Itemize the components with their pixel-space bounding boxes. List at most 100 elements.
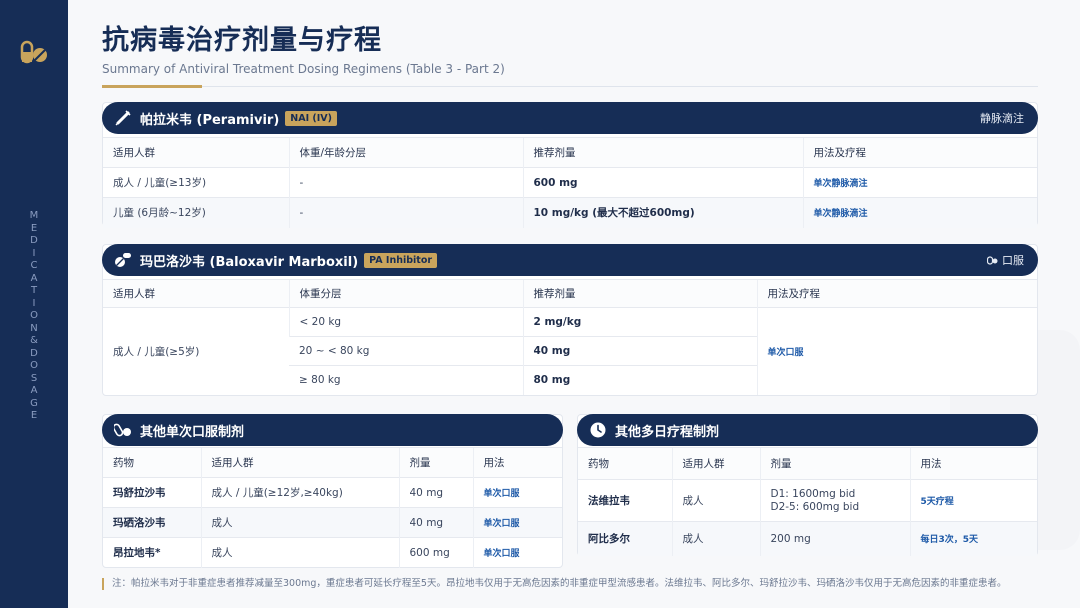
peramivir-name: 帕拉米韦 (Peramivir) [140,112,280,128]
population-cell: 成人 [200,507,399,538]
drug-cell: 阿比多尔 [578,521,672,556]
baloxavir-route-wrap: 口服 [987,252,1024,268]
sidebar-letter: O [30,310,38,321]
peramivir-table: 适用人群 体重/年龄分层 推荐剂量 用法及疗程 成人 / 儿童(≥13岁) - … [103,137,1037,228]
table-row: 法维拉韦 成人 D1: 1600mg bid D2-5: 600mg bid 5… [578,479,1037,522]
usage-link[interactable]: 单次口服 [756,307,1037,395]
drug-cell: 玛硒洛沙韦 [103,507,201,538]
multi-day-title: 其他多日疗程制剂 [615,424,720,440]
usage-link[interactable]: 单次口服 [472,537,562,568]
sidebar-letter: N [30,322,38,334]
table-row: 昂拉地韦* 成人 600 mg 单次口服 [103,537,562,568]
oral-pills-icon [987,256,998,265]
clock-icon [590,422,606,438]
column-header: 适用人群 [103,137,289,168]
dose-cell: D1: 1600mg bid D2-5: 600mg bid [759,479,910,522]
dose-cell: 40 mg [398,477,473,508]
column-header: 用法 [909,447,1037,480]
sidebar-letter: T [30,285,38,296]
peramivir-card: 帕拉米韦 (Peramivir) NAI (IV) 静脉滴注 适用人群 体重/年… [102,102,1038,228]
sidebar-letter: A [30,272,38,284]
column-header: 用法 [472,447,562,478]
baloxavir-route: 口服 [1002,254,1024,267]
dose-cell: 10 mg/kg (最大不超过600mg) [522,197,803,228]
table-row: 成人 / 儿童(≥13岁) - 600 mg 单次静脉滴注 [103,167,1037,198]
stratum-cell: - [288,197,523,228]
usage-link[interactable]: 每日3次，5天 [909,521,1037,556]
title-divider [102,86,1038,87]
population-cell: 成人 / 儿童(≥13岁) [103,167,289,198]
sidebar-letter: I [32,247,36,259]
sidebar-letter: I [32,297,36,309]
usage-link[interactable]: 单次静脉滴注 [802,197,1037,228]
sidebar: M E D I C A T I O N & D O S A G E [0,0,68,608]
peramivir-route: 静脉滴注 [980,112,1024,125]
population-cell: 成人 / 儿童(≥12岁,≥40kg) [200,477,399,508]
sidebar-letter: S [30,372,38,384]
table-row: 成人 / 儿童(≥5岁) < 20 kg 2 mg/kg 单次口服 [103,307,1037,395]
pills-icon [115,253,131,267]
syringe-icon [115,110,131,126]
table-row: 儿童 (6月龄~12岁) - 10 mg/kg (最大不超过600mg) 单次静… [103,197,1037,228]
drug-cell: 法维拉韦 [578,479,672,522]
sidebar-letter: C [30,260,38,271]
population-cell: 成人 [671,479,760,522]
drug-cell: 昂拉地韦* [103,537,201,568]
sidebar-letter: D [30,235,38,246]
column-header: 剂量 [398,447,473,478]
sidebar-letter: A [30,385,38,396]
dose-cell: 600 mg [522,167,803,198]
usage-link[interactable]: 单次口服 [472,477,562,508]
column-header: 体重分层 [288,279,523,308]
baloxavir-card: 玛巴洛沙韦 (Baloxavir Marboxil) PA Inhibitor … [102,244,1038,396]
column-header: 推荐剂量 [522,279,757,308]
usage-link[interactable]: 5天疗程 [909,479,1037,522]
page-title: 抗病毒治疗剂量与疗程 [102,25,382,56]
usage-link[interactable]: 单次口服 [472,507,562,538]
weight-cell: 20 ~ < 80 kg [289,336,523,366]
population-cell: 成人 [671,521,760,556]
weight-cell: ≥ 80 kg [289,365,523,395]
baloxavir-name: 玛巴洛沙韦 (Baloxavir Marboxil) [140,254,359,270]
peramivir-badge: NAI (IV) [285,110,337,126]
single-oral-card: 其他单次口服制剂 药物 适用人群 剂量 用法 玛舒拉沙韦 成人 / 儿童(≥12… [102,414,563,568]
column-header: 剂量 [759,447,910,480]
column-header: 用法及疗程 [802,137,1037,168]
baloxavir-badge: PA Inhibitor [364,252,438,268]
column-header: 体重/年龄分层 [288,137,523,168]
multi-day-table: 药物 适用人群 剂量 用法 法维拉韦 成人 D1: 1600mg bid D2-… [578,447,1037,556]
sidebar-letter: E [30,222,38,234]
sidebar-letter: M [29,210,39,221]
usage-link[interactable]: 单次静脉滴注 [802,167,1037,198]
dose-cell: 600 mg [398,537,473,568]
sidebar-letter: D [30,347,38,359]
page-subtitle: Summary of Antiviral Treatment Dosing Re… [102,62,505,76]
single-oral-header-bar: 其他单次口服制剂 [102,414,563,446]
dose-line: D1: 1600mg bid [770,487,856,500]
multi-day-header-bar: 其他多日疗程制剂 [577,414,1038,446]
footnote: 注：帕拉米韦对于非重症患者推荐减量至300mg，重症患者可延长疗程至5天。昂拉地… [102,578,1042,590]
single-oral-title: 其他单次口服制剂 [140,424,245,440]
sidebar-letter: O [30,360,38,371]
baloxavir-header-bar: 玛巴洛沙韦 (Baloxavir Marboxil) PA Inhibitor … [102,244,1038,276]
dose-line: D2-5: 600mg bid [770,500,860,513]
column-header: 适用人群 [671,447,760,480]
column-header: 推荐剂量 [522,137,803,168]
population-cell: 成人 [200,537,399,568]
dose-cell: 40 mg [522,336,757,366]
column-header: 适用人群 [200,447,399,478]
column-header: 药物 [578,447,672,480]
population-cell: 成人 / 儿童(≥5岁) [103,307,289,395]
dose-cell: 80 mg [522,365,757,395]
weight-cell: < 20 kg [288,307,523,337]
sidebar-letter: E [30,410,38,421]
dose-cell: 200 mg [759,521,910,556]
table-row: 玛舒拉沙韦 成人 / 儿童(≥12岁,≥40kg) 40 mg 单次口服 [103,477,562,508]
column-header: 药物 [103,447,201,478]
sidebar-letter: & [30,335,38,346]
single-oral-table: 药物 适用人群 剂量 用法 玛舒拉沙韦 成人 / 儿童(≥12岁,≥40kg) … [103,447,562,568]
table-row: 玛硒洛沙韦 成人 40 mg 单次口服 [103,507,562,538]
drug-cell: 玛舒拉沙韦 [103,477,201,508]
column-header: 适用人群 [103,279,289,308]
column-header: 用法及疗程 [756,279,1037,308]
